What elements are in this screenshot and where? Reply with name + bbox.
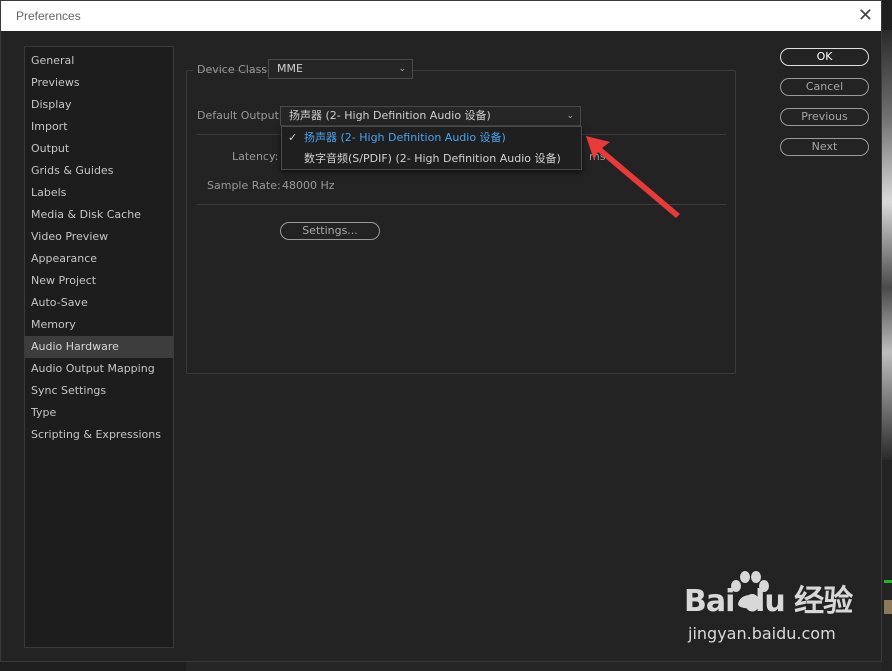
background-image-edge xyxy=(882,30,892,460)
sidebar-item-audio-hardware[interactable]: Audio Hardware xyxy=(25,336,173,358)
sidebar-item-new-project[interactable]: New Project xyxy=(25,270,173,292)
sidebar-item-auto-save[interactable]: Auto-Save xyxy=(25,292,173,314)
next-button[interactable]: Next xyxy=(780,138,869,156)
sidebar-item-video-preview[interactable]: Video Preview xyxy=(25,226,173,248)
default-output-select[interactable]: 扬声器 (2- High Definition Audio 设备) ⌄ xyxy=(280,106,581,126)
sidebar-list: General Previews Display Import Output G… xyxy=(25,47,173,446)
sidebar-item-media-disk-cache[interactable]: Media & Disk Cache xyxy=(25,204,173,226)
window-title: Preferences xyxy=(16,9,81,23)
sidebar-item-sync-settings[interactable]: Sync Settings xyxy=(25,380,173,402)
latency-label: Latency: xyxy=(232,150,279,163)
background-timeline-edge xyxy=(186,661,882,671)
sidebar-item-output[interactable]: Output xyxy=(25,138,173,160)
background-panel-edge xyxy=(882,460,892,671)
background-green-marker xyxy=(884,580,892,583)
device-class-select[interactable]: MME ⌄ xyxy=(268,59,413,79)
default-output-label: Default Output: xyxy=(197,109,283,122)
ok-button[interactable]: OK xyxy=(780,48,869,66)
chevron-down-icon: ⌄ xyxy=(566,111,574,121)
cancel-button[interactable]: Cancel xyxy=(780,78,869,96)
close-icon[interactable]: ✕ xyxy=(858,6,873,24)
sample-rate-value: 48000 Hz xyxy=(282,179,335,192)
dropdown-option-label: 数字音频(S/PDIF) (2- High Definition Audio 设… xyxy=(304,152,561,165)
preferences-sidebar: General Previews Display Import Output G… xyxy=(24,46,174,648)
chevron-down-icon: ⌄ xyxy=(398,64,406,74)
watermark-logo-text: Bai du 经验 xyxy=(684,584,853,619)
sidebar-item-display[interactable]: Display xyxy=(25,94,173,116)
previous-button[interactable]: Previous xyxy=(780,108,869,126)
sidebar-item-audio-output-mapping[interactable]: Audio Output Mapping xyxy=(25,358,173,380)
device-class-value: MME xyxy=(277,62,303,75)
sidebar-item-type[interactable]: Type xyxy=(25,402,173,424)
dropdown-option-speakers[interactable]: ✓ 扬声器 (2- High Definition Audio 设备) xyxy=(282,127,581,148)
baidu-watermark: Bai du 经验 jingyan.baidu.com xyxy=(684,571,864,652)
watermark-url: jingyan.baidu.com xyxy=(688,624,836,643)
sidebar-item-previews[interactable]: Previews xyxy=(25,72,173,94)
checkmark-icon: ✓ xyxy=(288,131,298,144)
settings-button[interactable]: Settings... xyxy=(280,222,380,240)
background-clip-edge xyxy=(884,600,892,614)
default-output-dropdown-list: ✓ 扬声器 (2- High Definition Audio 设备) 数字音频… xyxy=(281,126,582,170)
sidebar-item-memory[interactable]: Memory xyxy=(25,314,173,336)
sidebar-item-appearance[interactable]: Appearance xyxy=(25,248,173,270)
annotation-arrow-icon xyxy=(586,136,680,218)
preferences-dialog: Preferences ✕ General Previews Display I… xyxy=(0,0,882,662)
default-output-value: 扬声器 (2- High Definition Audio 设备) xyxy=(289,109,491,122)
device-class-group: Device Class: xyxy=(193,59,271,79)
sidebar-item-import[interactable]: Import xyxy=(25,116,173,138)
device-class-label: Device Class: xyxy=(197,63,271,76)
sidebar-item-labels[interactable]: Labels xyxy=(25,182,173,204)
sidebar-item-grids-guides[interactable]: Grids & Guides xyxy=(25,160,173,182)
sidebar-item-general[interactable]: General xyxy=(25,50,173,72)
title-bar[interactable]: Preferences ✕ xyxy=(1,1,881,31)
dropdown-option-label: 扬声器 (2- High Definition Audio 设备) xyxy=(304,131,506,144)
sidebar-item-scripting-expressions[interactable]: Scripting & Expressions xyxy=(25,424,173,446)
sample-rate-label: Sample Rate: xyxy=(207,179,281,192)
dropdown-option-spdif[interactable]: 数字音频(S/PDIF) (2- High Definition Audio 设… xyxy=(282,148,581,169)
